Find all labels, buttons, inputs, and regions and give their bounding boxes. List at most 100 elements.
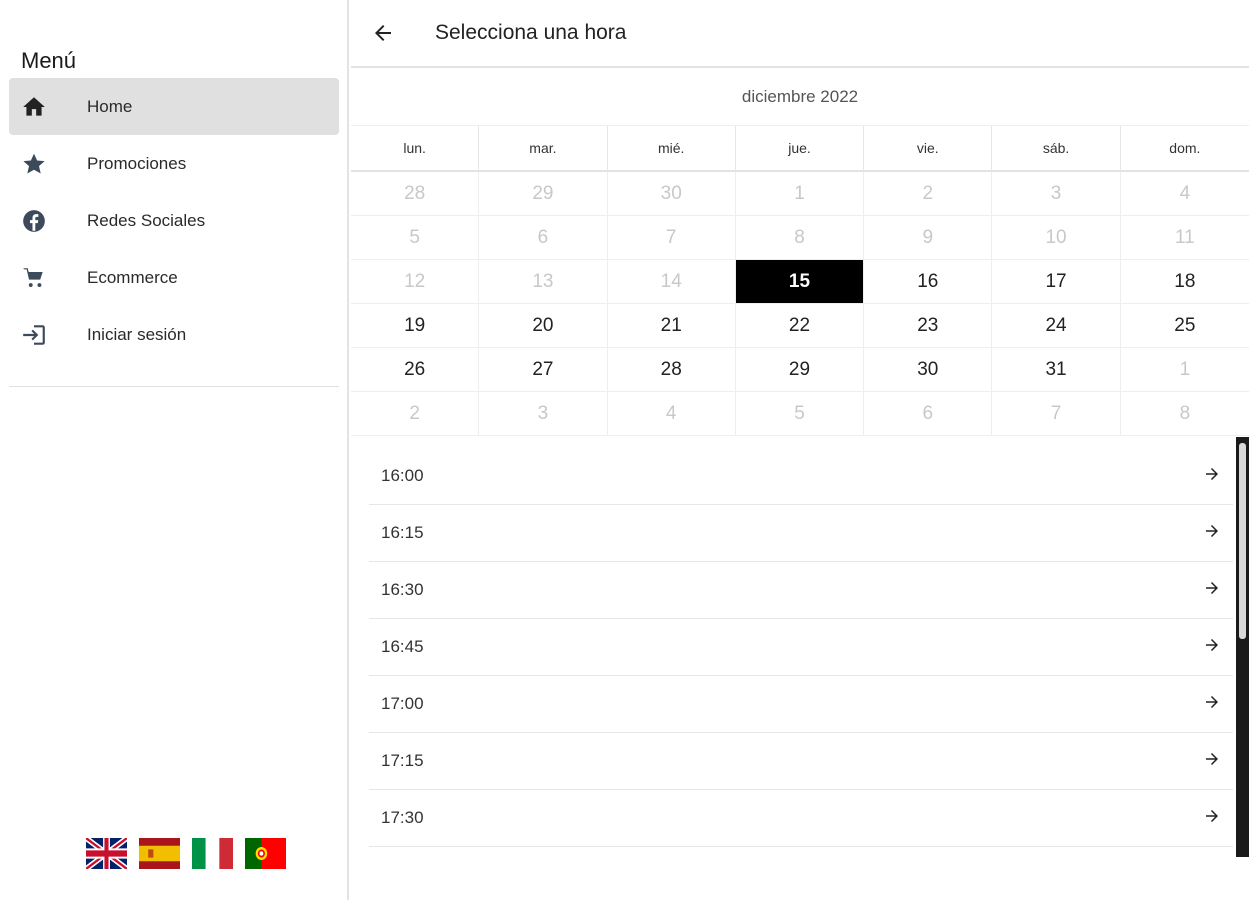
calendar-day: 2 xyxy=(351,392,480,436)
time-slot-label: 16:00 xyxy=(381,466,424,485)
time-slot-row[interactable]: 16:15 xyxy=(369,505,1233,562)
sidebar-item-label: Redes Sociales xyxy=(87,210,206,230)
time-slot-row[interactable]: 17:30 xyxy=(369,790,1233,847)
calendar-day: 7 xyxy=(607,216,736,260)
calendar-day: 11 xyxy=(1120,216,1249,260)
calendar: diciembre 2022 lun. mar. mié. jue. vie. sáb. d… xyxy=(351,68,1249,436)
calendar-day[interactable]: 21 xyxy=(607,304,736,348)
top-bar: Selecciona una hora xyxy=(351,0,1249,68)
time-slot-label: 17:00 xyxy=(381,694,424,713)
calendar-day[interactable]: 23 xyxy=(864,304,993,348)
calendar-day[interactable]: 28 xyxy=(607,348,736,392)
weekday-label: lun. xyxy=(351,126,480,172)
calendar-day: 28 xyxy=(351,172,480,216)
calendar-day: 6 xyxy=(479,216,608,260)
calendar-day: 7 xyxy=(992,392,1121,436)
calendar-day: 12 xyxy=(351,260,480,304)
arrow-right-icon xyxy=(1203,522,1221,545)
calendar-day[interactable]: 22 xyxy=(735,304,865,348)
calendar-day: 13 xyxy=(479,260,608,304)
arrow-left-icon xyxy=(375,25,391,41)
calendar-day: 3 xyxy=(479,392,608,436)
cart-icon xyxy=(9,265,59,291)
calendar-day: 8 xyxy=(1120,392,1249,436)
sidebar-item-ecommerce[interactable]: Ecommerce xyxy=(9,249,339,306)
time-list-scrollbar[interactable] xyxy=(1236,437,1249,857)
calendar-day[interactable]: 31 xyxy=(992,348,1121,392)
back-button[interactable] xyxy=(351,0,415,67)
calendar-day[interactable]: 16 xyxy=(864,260,993,304)
calendar-day: 9 xyxy=(864,216,993,260)
calendar-day: 6 xyxy=(864,392,993,436)
calendar-day[interactable]: 27 xyxy=(479,348,608,392)
arrow-right-icon xyxy=(1203,579,1221,602)
italy-flag-icon[interactable] xyxy=(192,838,233,869)
calendar-day[interactable]: 30 xyxy=(864,348,993,392)
portugal-flag-icon[interactable] xyxy=(245,838,286,869)
sidebar-item-label: Promociones xyxy=(87,153,187,173)
sidebar-item-redes-sociales[interactable]: Redes Sociales xyxy=(9,192,339,249)
login-icon xyxy=(9,322,59,348)
calendar-day: 14 xyxy=(607,260,736,304)
time-slot-list: 16:00 16:15 16:30 16:45 17:00 17:15 17:30 xyxy=(369,448,1233,847)
weekday-label: mar. xyxy=(479,126,608,172)
calendar-weekday-header: lun. mar. mié. jue. vie. sáb. dom. xyxy=(351,126,1249,172)
calendar-day: 4 xyxy=(607,392,736,436)
menu-title: Menú xyxy=(21,48,77,73)
home-icon xyxy=(9,94,59,120)
calendar-month-label: diciembre 2022 xyxy=(351,68,1249,126)
time-slot-label: 16:45 xyxy=(381,637,424,656)
scrollbar-thumb[interactable] xyxy=(1239,443,1246,639)
calendar-day: 2 xyxy=(864,172,993,216)
calendar-day[interactable]: 18 xyxy=(1120,260,1249,304)
calendar-day[interactable]: 24 xyxy=(992,304,1121,348)
arrow-right-icon xyxy=(1203,465,1221,488)
calendar-day: 3 xyxy=(992,172,1121,216)
arrow-right-icon xyxy=(1203,750,1221,773)
time-slot-label: 16:15 xyxy=(381,523,424,542)
sidebar: Menú Home Promociones Redes Sociales Eco… xyxy=(0,0,349,900)
uk-flag-icon[interactable] xyxy=(86,838,127,869)
language-selector xyxy=(86,838,286,869)
weekday-label: sáb. xyxy=(992,126,1121,172)
sidebar-divider xyxy=(9,386,339,387)
time-slot-row[interactable]: 16:00 xyxy=(369,448,1233,505)
time-slot-row[interactable]: 16:30 xyxy=(369,562,1233,619)
calendar-day[interactable]: 25 xyxy=(1120,304,1249,348)
time-slot-row[interactable]: 17:00 xyxy=(369,676,1233,733)
sidebar-item-label: Ecommerce xyxy=(87,267,178,287)
calendar-day[interactable]: 19 xyxy=(351,304,480,348)
spain-flag-icon[interactable] xyxy=(139,838,180,869)
sidebar-item-home[interactable]: Home xyxy=(9,78,339,135)
main-content: Selecciona una hora diciembre 2022 lun. m… xyxy=(351,0,1249,900)
calendar-day: 4 xyxy=(1120,172,1249,216)
calendar-day[interactable]: 17 xyxy=(992,260,1121,304)
weekday-label: vie. xyxy=(864,126,993,172)
arrow-right-icon xyxy=(1203,636,1221,659)
calendar-day: 5 xyxy=(351,216,480,260)
sidebar-nav: Home Promociones Redes Sociales Ecommerc… xyxy=(9,78,339,363)
calendar-day: 8 xyxy=(735,216,865,260)
facebook-icon xyxy=(9,208,59,234)
calendar-day-selected[interactable]: 15 xyxy=(735,260,865,304)
calendar-day: 1 xyxy=(1120,348,1249,392)
time-slot-row[interactable]: 17:15 xyxy=(369,733,1233,790)
sidebar-item-label: Home xyxy=(87,96,133,116)
sidebar-item-label: Iniciar sesión xyxy=(87,324,187,344)
time-slot-label: 17:15 xyxy=(381,751,424,770)
time-slot-row[interactable]: 16:45 xyxy=(369,619,1233,676)
star-icon xyxy=(9,151,59,177)
calendar-day: 5 xyxy=(735,392,865,436)
time-slot-label: 16:30 xyxy=(381,580,424,599)
weekday-label: jue. xyxy=(735,126,865,172)
sidebar-item-iniciar-sesion[interactable]: Iniciar sesión xyxy=(9,306,339,363)
arrow-right-icon xyxy=(1203,693,1221,716)
sidebar-item-promociones[interactable]: Promociones xyxy=(9,135,339,192)
calendar-day: 30 xyxy=(607,172,736,216)
calendar-day[interactable]: 26 xyxy=(351,348,480,392)
arrow-right-icon xyxy=(1203,807,1221,830)
calendar-day: 10 xyxy=(992,216,1121,260)
calendar-day[interactable]: 29 xyxy=(735,348,865,392)
weekday-label: mié. xyxy=(607,126,736,172)
calendar-day[interactable]: 20 xyxy=(479,304,608,348)
